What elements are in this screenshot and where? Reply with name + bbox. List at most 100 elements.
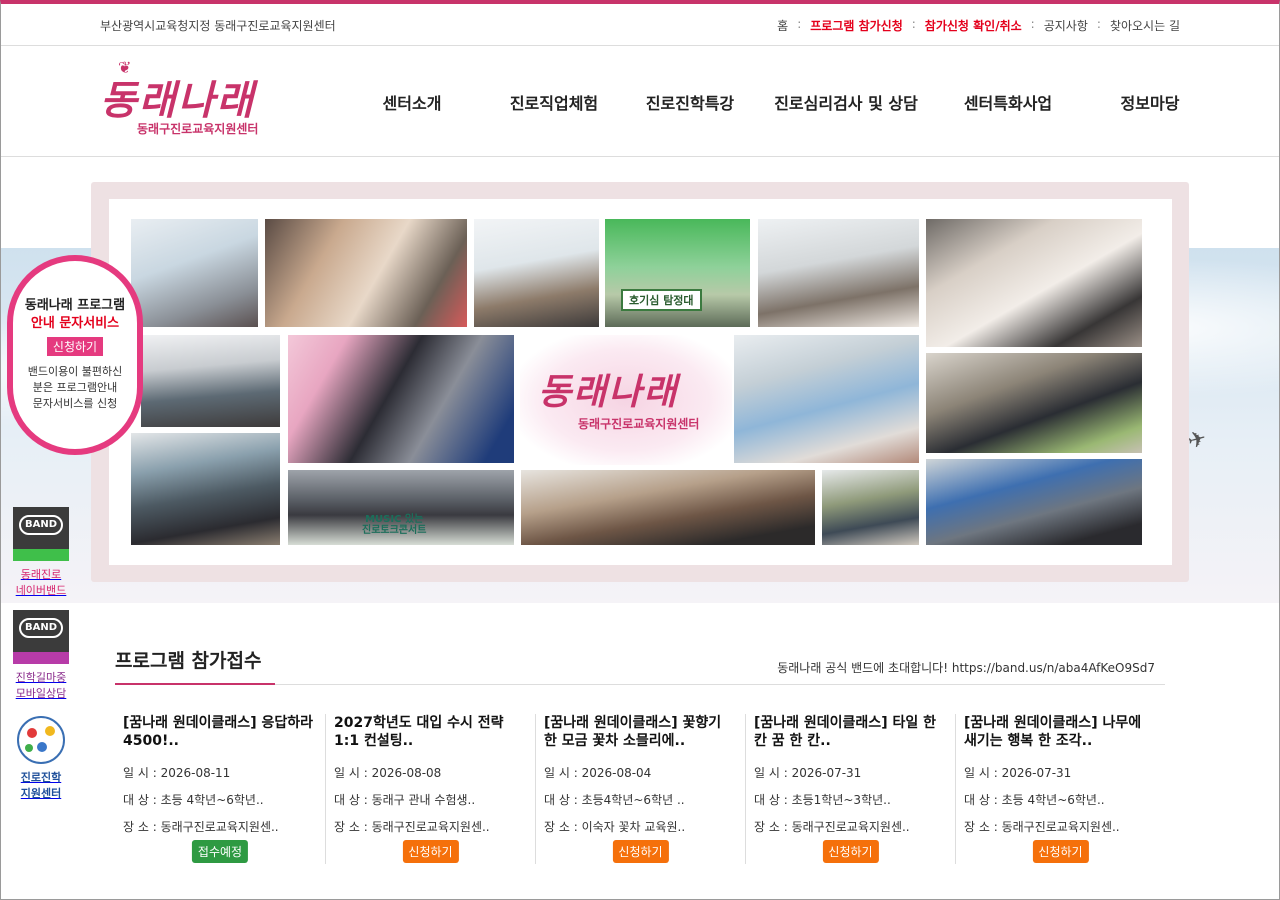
logo-subtitle: 동래구진로교육지원센터 — [137, 122, 259, 136]
collage-photo — [758, 219, 919, 327]
band-badge: BAND — [19, 618, 63, 638]
banner-text-line1: MUSIC 있는 — [365, 514, 424, 525]
quick-link-career-center[interactable]: 진로진학 지원센터 — [12, 716, 70, 802]
top-utility-bar: 부산광역시교육청지정 동래구진로교육지원센터 홈 : 프로그램 참가신청 : 참… — [0, 4, 1280, 46]
sms-desc-line2: 분은 프로그램안내 — [32, 381, 118, 394]
program-date: 2026-08-04 — [581, 766, 652, 780]
program-card[interactable]: [꿈나래 원데이클래스] 꽃향기 한 모금 꽃차 소믈리에.. 일 시 : 20… — [535, 714, 745, 864]
collage-photo — [822, 470, 919, 545]
util-separator: : — [1030, 17, 1035, 31]
target-label: 대 상 : — [754, 793, 792, 807]
collage-photo: MUSIC 있는 진로토크콘서트 — [288, 470, 514, 545]
sms-title-line1: 동래나래 프로그램 — [24, 298, 126, 313]
place-label: 장 소 : — [123, 820, 161, 834]
collage-photo — [131, 219, 258, 327]
nav-special-projects[interactable]: 센터특화사업 — [946, 90, 1070, 114]
program-date: 2026-08-08 — [371, 766, 442, 780]
section-divider-accent — [115, 683, 275, 685]
quick-label-line2: 네이버밴드 — [15, 584, 67, 597]
program-place: 동래구진로교육지원센.. — [791, 820, 910, 834]
sms-title-line2: 안내 문자서비스 — [30, 316, 120, 331]
collage-photo — [926, 219, 1142, 347]
program-target: 초등1학년~3학년.. — [791, 793, 891, 807]
nav-career-experience[interactable]: 진로직업체험 — [474, 90, 634, 114]
program-date: 2026-07-31 — [791, 766, 862, 780]
logo-script: 동래나래 — [100, 77, 256, 124]
program-title[interactable]: 2027학년도 대입 수시 전략 1:1 컨설팅.. — [334, 714, 527, 754]
org-designation: 부산광역시교육청지정 동래구진로교육지원센터 — [100, 19, 336, 33]
util-link-apply-check-cancel[interactable]: 참가신청 확인/취소 — [925, 17, 1022, 34]
date-label: 일 시 : — [754, 766, 792, 780]
place-label: 장 소 : — [334, 820, 372, 834]
collage-logo-subtitle: 동래구진로교육지원센터 — [578, 417, 700, 431]
target-label: 대 상 : — [964, 793, 1002, 807]
main-navigation: 센터소개 진로직업체험 진로진학특강 진로심리검사 및 상담 센터특화사업 정보… — [350, 90, 1230, 114]
band-invite-text[interactable]: 동래나래 공식 밴드에 초대합니다! https://band.us/n/aba… — [777, 659, 1155, 676]
program-card[interactable]: [꿈나래 원데이클래스] 나무에 새기는 행복 한 조각.. 일 시 : 202… — [955, 714, 1165, 864]
program-target: 초등 4학년~6학년.. — [160, 793, 264, 807]
program-target: 동래구 관내 수험생.. — [371, 793, 476, 807]
status-upcoming-button[interactable]: 접수예정 — [191, 840, 249, 863]
util-link-notice[interactable]: 공지사항 — [1044, 17, 1088, 34]
site-logo[interactable]: ❦ 동래나래 동래구진로교육지원센터 — [100, 56, 270, 146]
program-place: 동래구진로교육지원센.. — [371, 820, 490, 834]
collage-photo — [141, 335, 280, 427]
util-link-home[interactable]: 홈 — [777, 17, 788, 34]
band-badge: BAND — [19, 515, 63, 535]
util-link-program-apply[interactable]: 프로그램 참가신청 — [810, 17, 903, 34]
band-icon: BAND — [13, 610, 69, 664]
apply-button[interactable]: 신청하기 — [402, 840, 459, 863]
program-card[interactable]: 2027학년도 대입 수시 전략 1:1 컨설팅.. 일 시 : 2026-08… — [325, 714, 535, 864]
program-place: 이숙자 꽃차 교육원.. — [581, 820, 686, 834]
site-header: ❦ 동래나래 동래구진로교육지원센터 센터소개 진로직업체험 진로진학특강 진로… — [0, 46, 1280, 157]
program-place: 동래구진로교육지원센.. — [1001, 820, 1120, 834]
place-label: 장 소 : — [544, 820, 582, 834]
education-office-emblem-icon — [17, 716, 65, 764]
utility-links: 홈 : 프로그램 참가신청 : 참가신청 확인/취소 : 공지사항 : 찾아오시… — [777, 17, 1180, 34]
program-title[interactable]: [꿈나래 원데이클래스] 타일 한 칸 꿈 한 칸.. — [754, 714, 947, 754]
target-label: 대 상 : — [544, 793, 582, 807]
place-label: 장 소 : — [964, 820, 1002, 834]
nav-psych-test-counsel[interactable]: 진로심리검사 및 상담 — [746, 90, 946, 114]
sms-service-badge[interactable]: 동래나래 프로그램 안내 문자서비스 신청하기 밴드이용이 불편하신 분은 프로… — [7, 255, 143, 455]
apply-button[interactable]: 신청하기 — [822, 840, 879, 863]
quick-label-line1: 진학길마중 — [15, 671, 67, 684]
quick-link-mobile-counsel[interactable]: BAND 진학길마중 모바일상담 — [12, 610, 70, 702]
quick-label-line1: 동래진로 — [20, 568, 62, 581]
date-label: 일 시 : — [123, 766, 161, 780]
sms-apply-button[interactable]: 신청하기 — [46, 337, 104, 356]
place-label: 장 소 : — [754, 820, 792, 834]
quick-link-naver-band[interactable]: BAND 동래진로 네이버밴드 — [12, 507, 70, 599]
collage-photo — [474, 219, 599, 327]
collage-photo — [521, 470, 815, 545]
collage-photo — [734, 335, 919, 463]
nav-center-intro[interactable]: 센터소개 — [350, 90, 474, 114]
banner-text-line2: 진로토크콘서트 — [362, 525, 427, 536]
nav-info-plaza[interactable]: 정보마당 — [1070, 90, 1230, 114]
target-label: 대 상 : — [334, 793, 372, 807]
util-separator: : — [1096, 17, 1101, 31]
collage-photo: 호기심 탐정대 — [605, 219, 750, 327]
collage-photo — [288, 335, 514, 463]
util-link-directions[interactable]: 찾아오시는 길 — [1110, 17, 1180, 34]
program-card[interactable]: [꿈나래 원데이클래스] 응답하라 4500!.. 일 시 : 2026-08-… — [115, 714, 325, 864]
sms-desc-line3: 문자서비스를 신청 — [32, 397, 118, 410]
quick-label-line2: 모바일상담 — [15, 687, 67, 700]
sms-desc-line1: 밴드이용이 불편하신 — [27, 365, 123, 378]
program-card[interactable]: [꿈나래 원데이클래스] 타일 한 칸 꿈 한 칸.. 일 시 : 2026-0… — [745, 714, 955, 864]
quick-label-line1: 진로진학 — [20, 771, 62, 784]
apply-button[interactable]: 신청하기 — [612, 840, 669, 863]
program-title[interactable]: [꿈나래 원데이클래스] 꽃향기 한 모금 꽃차 소믈리에.. — [544, 714, 737, 754]
target-label: 대 상 : — [123, 793, 161, 807]
program-title[interactable]: [꿈나래 원데이클래스] 나무에 새기는 행복 한 조각.. — [964, 714, 1157, 754]
section-title: 프로그램 참가접수 — [115, 650, 262, 672]
collage-logo-script: 동래나래 — [538, 371, 679, 413]
program-title[interactable]: [꿈나래 원데이클래스] 응답하라 4500!.. — [123, 714, 317, 754]
collage-photo — [131, 433, 280, 545]
date-label: 일 시 : — [964, 766, 1002, 780]
nav-career-lecture[interactable]: 진로진학특강 — [634, 90, 746, 114]
collage-center-logo: 동래나래 동래구진로교육지원센터 — [520, 335, 732, 465]
date-label: 일 시 : — [334, 766, 372, 780]
program-date: 2026-08-11 — [160, 766, 231, 780]
apply-button[interactable]: 신청하기 — [1032, 840, 1089, 863]
